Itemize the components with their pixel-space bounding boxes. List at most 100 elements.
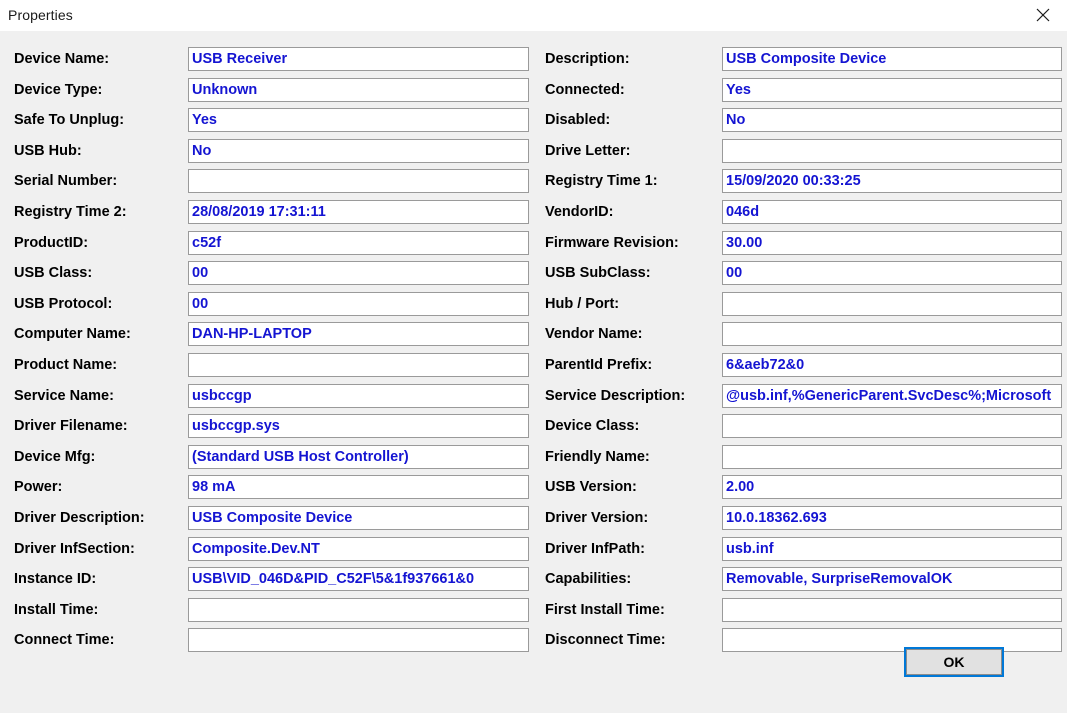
label-service-description: Service Description: xyxy=(545,387,686,404)
field-usb-hub[interactable]: No xyxy=(188,138,529,163)
label-device-type: Device Type: xyxy=(14,81,103,98)
property-row: Instance ID: USB\VID_046D&PID_C52F\5&1f93… xyxy=(0,567,1067,592)
field-service-name[interactable]: usbccgp xyxy=(188,383,529,408)
field-driver-infpath[interactable]: usb.inf xyxy=(722,536,1062,561)
label-usb-protocol: USB Protocol: xyxy=(14,295,113,312)
label-usb-hub: USB Hub: xyxy=(14,142,82,159)
value-device-name: USB Receiver xyxy=(192,51,288,67)
field-product-name[interactable] xyxy=(188,353,529,377)
label-connect-time: Connect Time: xyxy=(14,632,115,649)
field-computer-name[interactable]: DAN-HP-LAPTOP xyxy=(188,322,529,347)
field-registry-time-2[interactable]: 28/08/2019 17:31:11 xyxy=(188,200,529,224)
value-driver-infpath: usb.inf xyxy=(726,540,774,557)
label-install-time: Install Time: xyxy=(14,601,99,618)
field-driver-filename[interactable]: usbccgp.sys xyxy=(188,414,529,439)
label-first-install-time: First Install Time: xyxy=(545,601,665,618)
field-usb-class[interactable]: 00 xyxy=(188,261,529,286)
property-row: Device Name: USB Receiver Description: USB … xyxy=(0,47,1067,71)
properties-form: Device Name: USB Receiver Description: USB … xyxy=(0,31,1067,713)
field-registry-time-1[interactable]: 15/09/2020 00:33:25 xyxy=(722,169,1062,194)
label-vendorid: VendorID: xyxy=(545,204,614,220)
value-connected: Yes xyxy=(726,81,751,98)
field-device-class[interactable] xyxy=(722,414,1062,439)
field-device-mfg[interactable]: (Standard USB Host Controller) xyxy=(188,444,529,469)
label-service-name: Service Name: xyxy=(14,387,114,404)
field-disabled[interactable]: No xyxy=(722,108,1062,133)
field-driver-description[interactable]: USB Composite Device xyxy=(188,506,529,530)
label-driver-description: Driver Description: xyxy=(14,510,145,526)
properties-dialog: Properties Device Name: USB Receiver Descr… xyxy=(0,0,1067,713)
field-usb-version[interactable]: 2.00 xyxy=(722,475,1062,500)
field-drive-letter[interactable] xyxy=(722,138,1062,163)
field-hub-port[interactable] xyxy=(722,291,1062,316)
close-button[interactable] xyxy=(1021,0,1067,31)
label-firmware-revision: Firmware Revision: xyxy=(545,234,679,251)
label-device-class: Device Class: xyxy=(545,418,640,435)
label-disabled: Disabled: xyxy=(545,112,611,129)
field-serial-number[interactable] xyxy=(188,169,529,194)
window-title: Properties xyxy=(8,7,73,23)
field-driver-version[interactable]: 10.0.18362.693 xyxy=(722,506,1062,530)
property-row: ProductID: c52f Firmware Revision: 30.00 xyxy=(0,230,1067,255)
label-drive-letter: Drive Letter: xyxy=(545,142,631,159)
property-row: USB Class: 00 USB SubClass: 00 xyxy=(0,261,1067,286)
label-serial-number: Serial Number: xyxy=(14,173,118,190)
field-instance-id[interactable]: USB\VID_046D&PID_C52F\5&1f937661&0 xyxy=(188,567,529,592)
property-row: USB Protocol: 00 Hub / Port: xyxy=(0,291,1067,316)
label-registry-time-1: Registry Time 1: xyxy=(545,173,658,190)
value-productid: c52f xyxy=(192,234,222,251)
field-parentid-prefix[interactable]: 6&aeb72&0 xyxy=(722,353,1062,377)
value-driver-filename: usbccgp.sys xyxy=(192,418,280,435)
label-device-mfg: Device Mfg: xyxy=(14,448,96,465)
field-description[interactable]: USB Composite Device xyxy=(722,47,1062,71)
label-product-name: Product Name: xyxy=(14,357,118,373)
field-device-name[interactable]: USB Receiver xyxy=(188,47,529,71)
value-parentid-prefix: 6&aeb72&0 xyxy=(726,357,805,373)
label-disconnect-time: Disconnect Time: xyxy=(545,632,666,649)
value-service-name: usbccgp xyxy=(192,387,252,404)
label-productid: ProductID: xyxy=(14,234,89,251)
field-firmware-revision[interactable]: 30.00 xyxy=(722,230,1062,255)
field-install-time[interactable] xyxy=(188,597,529,622)
label-driver-infpath: Driver InfPath: xyxy=(545,540,645,557)
field-vendorid[interactable]: 046d xyxy=(722,200,1062,224)
value-registry-time-1: 15/09/2020 00:33:25 xyxy=(726,173,861,190)
field-safe-to-unplug[interactable]: Yes xyxy=(188,108,529,133)
value-computer-name: DAN-HP-LAPTOP xyxy=(192,326,312,343)
label-parentid-prefix: ParentId Prefix: xyxy=(545,357,653,373)
field-friendly-name[interactable] xyxy=(722,444,1062,469)
property-row: Install Time: First Install Time: xyxy=(0,597,1067,622)
label-driver-filename: Driver Filename: xyxy=(14,418,128,435)
property-row: USB Hub: No Drive Letter: xyxy=(0,138,1067,163)
field-productid[interactable]: c52f xyxy=(188,230,529,255)
value-disabled: No xyxy=(726,112,746,129)
label-description: Description: xyxy=(545,51,630,67)
label-usb-version: USB Version: xyxy=(545,479,637,496)
field-device-type[interactable]: Unknown xyxy=(188,77,529,102)
field-first-install-time[interactable] xyxy=(722,597,1062,622)
value-instance-id: USB\VID_046D&PID_C52F\5&1f937661&0 xyxy=(192,571,475,588)
label-power: Power: xyxy=(14,479,63,496)
field-capabilities[interactable]: Removable, SurpriseRemovalOK xyxy=(722,567,1062,592)
field-usb-subclass[interactable]: 00 xyxy=(722,261,1062,286)
label-vendor-name: Vendor Name: xyxy=(545,326,643,343)
property-row: Serial Number: Registry Time 1: 15/09/2020… xyxy=(0,169,1067,194)
field-vendor-name[interactable] xyxy=(722,322,1062,347)
value-capabilities: Removable, SurpriseRemovalOK xyxy=(726,571,953,588)
property-row: Registry Time 2: 28/08/2019 17:31:11 Vendo… xyxy=(0,200,1067,224)
label-driver-infsection: Driver InfSection: xyxy=(14,540,135,557)
ok-button[interactable]: OK xyxy=(904,647,1004,677)
field-usb-protocol[interactable]: 00 xyxy=(188,291,529,316)
property-row: Driver Filename: usbccgp.sys Device Class: xyxy=(0,414,1067,439)
value-description: USB Composite Device xyxy=(726,51,887,67)
label-usb-class: USB Class: xyxy=(14,265,93,282)
field-connect-time[interactable] xyxy=(188,628,529,653)
label-usb-subclass: USB SubClass: xyxy=(545,265,651,282)
field-connected[interactable]: Yes xyxy=(722,77,1062,102)
field-service-description[interactable]: @usb.inf,%GenericParent.SvcDesc%;Microso… xyxy=(722,383,1062,408)
field-driver-infsection[interactable]: Composite.Dev.NT xyxy=(188,536,529,561)
field-power[interactable]: 98 mA xyxy=(188,475,529,500)
label-safe-to-unplug: Safe To Unplug: xyxy=(14,112,125,129)
property-row: Driver InfSection: Composite.Dev.NT Driver… xyxy=(0,536,1067,561)
field-disconnect-time[interactable] xyxy=(722,628,1062,653)
